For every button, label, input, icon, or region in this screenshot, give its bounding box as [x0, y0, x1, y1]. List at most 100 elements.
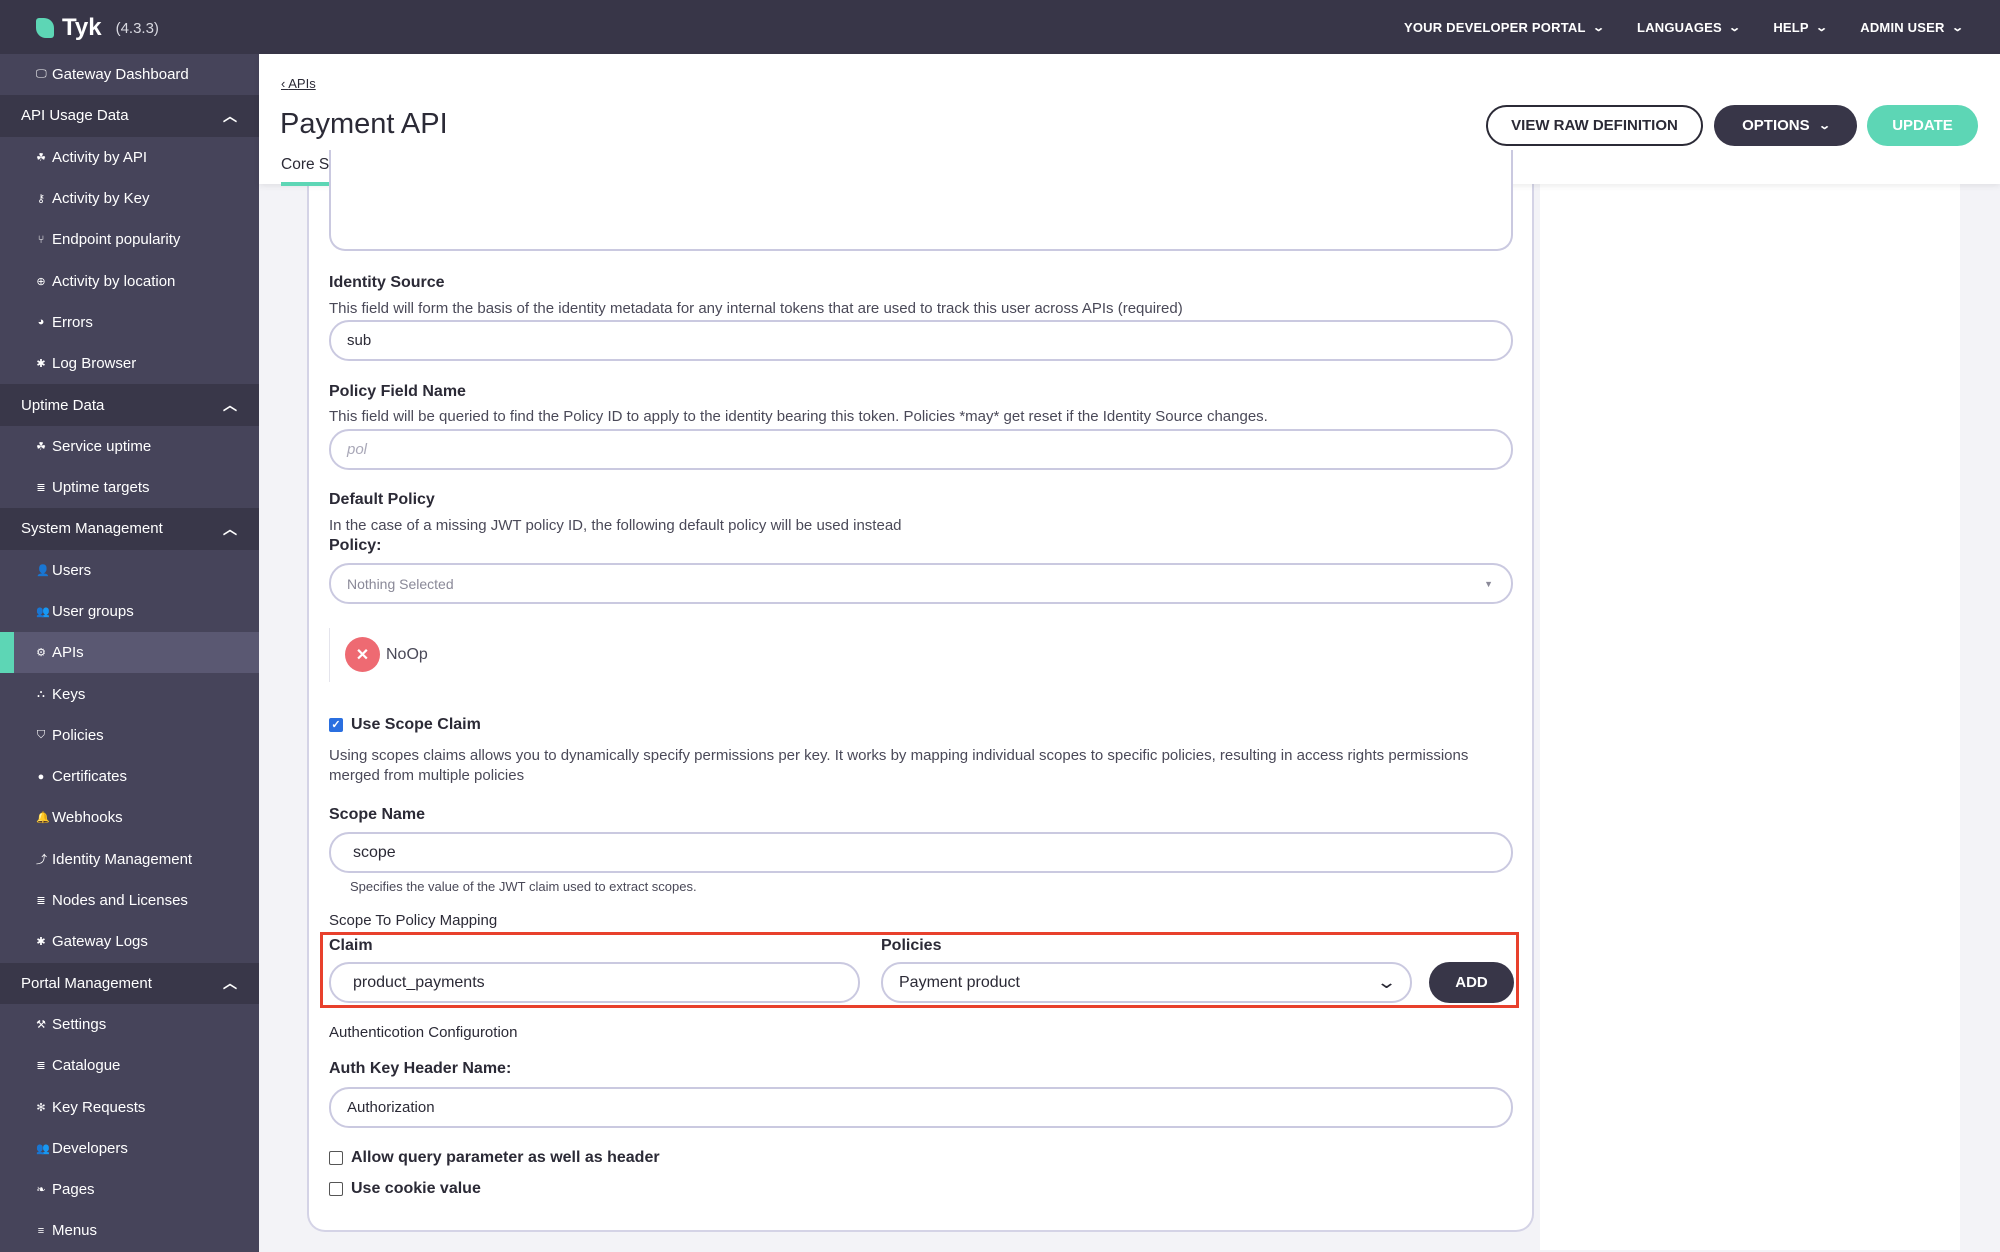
sidebar-item-apis[interactable]: ⚙ APIs — [0, 632, 259, 674]
bug-icon: ✱ — [36, 936, 46, 949]
sidebar-section-portal-management[interactable]: Portal Management ︿ — [0, 962, 259, 1004]
topnav-your-developer-portal[interactable]: YOUR DEVELOPER PORTAL ⌄ — [1403, 19, 1605, 35]
claim-input[interactable]: product_payments — [329, 962, 860, 1003]
topnav-label: ADMIN USER — [1860, 19, 1945, 35]
policy-field-input[interactable]: pol — [329, 429, 1513, 470]
sidebar-section-system-management[interactable]: System Management ︿ — [0, 508, 259, 550]
sidebar-item-menus[interactable]: ≡ Menus — [0, 1210, 259, 1252]
policy-field-placeholder: pol — [347, 441, 368, 458]
allow-query-checkbox[interactable] — [329, 1150, 343, 1165]
policies-value: Payment product — [899, 973, 1020, 991]
uptime-icon: ☘ — [36, 440, 46, 453]
use-scope-claim-checkbox[interactable]: ✓ — [329, 717, 343, 732]
sidebar-item-developers[interactable]: 👥 Developers — [0, 1127, 259, 1170]
default-policy-label: Default Policy — [329, 491, 435, 508]
view-raw-definition-button[interactable]: VIEW RAW DEFINITION — [1486, 105, 1703, 146]
sidebar-item-gateway-dashboard[interactable]: 🖵 Gateway Dashboard — [0, 54, 259, 96]
claim-value: product_payments — [353, 973, 485, 991]
sidebar-item-user-groups[interactable]: 👥 User groups — [0, 590, 259, 633]
caret-down-icon: ▼ — [1484, 578, 1493, 589]
page-title: Payment API — [280, 108, 448, 140]
scope-name-label: Scope Name — [329, 806, 426, 823]
sidebar-item-settings[interactable]: ⚒ Settings — [0, 1003, 259, 1046]
add-mapping-button[interactable]: ADD — [1429, 962, 1514, 1003]
sidebar-item-label: Activity by API — [52, 148, 148, 166]
default-policy-select-value: Nothing Selected — [347, 575, 454, 592]
options-button[interactable]: OPTIONS ⌄ — [1714, 105, 1857, 146]
sidebar-section-uptime-data[interactable]: Uptime Data ︿ — [0, 384, 259, 426]
chevron-down-icon: ⌄ — [1814, 21, 1829, 34]
sidebar-item-endpoint-popularity[interactable]: ⑂ Endpoint popularity — [0, 219, 259, 261]
users-icon: 👥 — [36, 606, 50, 618]
activity-icon: ☘ — [36, 151, 46, 164]
sidebar-item-label: Nodes and Licenses — [52, 892, 188, 910]
sidebar-item-log-browser[interactable]: ✱ Log Browser — [0, 343, 259, 385]
sidebar-item-activity-by-api[interactable]: ☘ Activity by API — [0, 136, 259, 178]
sidebar-item-label: Key Requests — [52, 1098, 146, 1116]
auth-header-value: Authorization — [347, 1099, 435, 1116]
topnav-languages[interactable]: LANGUAGES ⌄ — [1637, 20, 1741, 35]
options-label: OPTIONS — [1742, 117, 1810, 134]
sidebar-section-api-usage-data[interactable]: API Usage Data ︿ — [0, 95, 259, 137]
allow-query-row[interactable]: Allow query parameter as well as header — [329, 1149, 660, 1167]
wrench-icon: ⚒ — [36, 1018, 46, 1031]
description-textarea[interactable] — [329, 150, 1513, 251]
sidebar-item-service-uptime[interactable]: ☘ Service uptime — [0, 425, 259, 467]
breadcrumb-back-apis[interactable]: ‹ APIs — [281, 76, 316, 91]
sidebar-item-uptime-targets[interactable]: ≣ Uptime targets — [0, 466, 259, 509]
sidebar-item-webhooks[interactable]: 🔔 Webhooks — [0, 797, 259, 839]
sidebar-item-errors[interactable]: ◕ Errors — [0, 301, 259, 344]
policy-chip: ✕ NoOp — [345, 637, 428, 672]
chip-label: NoOp — [386, 645, 428, 663]
use-scope-claim-row[interactable]: ✓ Use Scope Claim — [329, 716, 481, 734]
sidebar-item-label: Pages — [52, 1181, 95, 1199]
chip-divider — [329, 628, 330, 682]
sidebar-item-gateway-logs[interactable]: ✱ Gateway Logs — [0, 921, 259, 963]
sidebar-item-catalogue[interactable]: ≣ Catalogue — [0, 1045, 259, 1087]
default-policy-select[interactable]: Nothing Selected ▼ — [329, 563, 1513, 604]
sidebar-item-activity-by-key[interactable]: ⚷ Activity by Key — [0, 177, 259, 220]
use-scope-claim-label: Use Scope Claim — [351, 716, 481, 733]
use-cookie-row[interactable]: Use cookie value — [329, 1180, 481, 1198]
scope-name-input[interactable]: scope — [329, 832, 1513, 873]
tyk-logo[interactable]: Tyk (4.3.3) — [36, 14, 159, 42]
identity-source-input[interactable]: sub — [329, 320, 1513, 361]
sidebar-item-label: Webhooks — [52, 809, 123, 827]
sidebar-item-label: Developers — [52, 1139, 128, 1157]
server-icon: ≣ — [36, 895, 46, 908]
sidebar-item-identity-management[interactable]: ⤴ Identity Management — [0, 838, 259, 880]
sidebar-item-pages[interactable]: ❧ Pages — [0, 1169, 259, 1211]
key-icon: ⚷ — [36, 193, 46, 206]
sidebar-item-users[interactable]: 👤 Users — [0, 549, 259, 591]
claim-label: Claim — [329, 937, 373, 954]
sidebar-item-keys[interactable]: ⛬ Keys — [0, 673, 259, 715]
sidebar-item-key-requests[interactable]: ✻ Key Requests — [0, 1086, 259, 1128]
use-cookie-checkbox[interactable] — [329, 1181, 343, 1196]
sidebar-item-activity-by-location[interactable]: ⊕ Activity by location — [0, 260, 259, 302]
identity-icon: ⤴ — [36, 854, 47, 867]
policies-select[interactable]: Payment product ⌄ — [881, 962, 1412, 1003]
sidebar-item-policies[interactable]: ⛉ Policies — [0, 714, 259, 757]
sidebar-item-nodes-and-licenses[interactable]: ≣ Nodes and Licenses — [0, 879, 259, 922]
default-policy-desc: In the case of a missing JWT policy ID, … — [329, 517, 902, 534]
sidebar-section-label: API Usage Data — [21, 107, 129, 125]
sidebar-section-label: Portal Management — [21, 974, 152, 992]
sitemap-icon: ⛬ — [37, 687, 45, 700]
topnav-help[interactable]: HELP ⌄ — [1773, 19, 1829, 35]
topnav-label: YOUR DEVELOPER PORTAL — [1403, 19, 1586, 35]
allow-query-label: Allow query parameter as well as header — [351, 1149, 660, 1166]
sidebar-item-label: Endpoint popularity — [52, 231, 181, 249]
sidebar-item-label: Certificates — [52, 768, 128, 786]
chevron-down-icon: ⌄ — [1950, 21, 1964, 34]
list-icon: ≣ — [36, 482, 46, 495]
breadcrumb-label: APIs — [288, 76, 316, 91]
sidebar-item-certificates[interactable]: ● Certificates — [0, 756, 259, 798]
identity-source-label: Identity Source — [329, 274, 445, 291]
logo-mark-icon — [36, 18, 54, 38]
remove-chip-icon[interactable]: ✕ — [345, 637, 380, 672]
update-button[interactable]: UPDATE — [1867, 105, 1978, 146]
topnav-label: HELP — [1773, 19, 1809, 35]
topnav-admin-user[interactable]: ADMIN USER ⌄ — [1860, 19, 1964, 35]
auth-header-input[interactable]: Authorization — [329, 1087, 1513, 1128]
sidebar-item-label: Menus — [52, 1222, 98, 1240]
